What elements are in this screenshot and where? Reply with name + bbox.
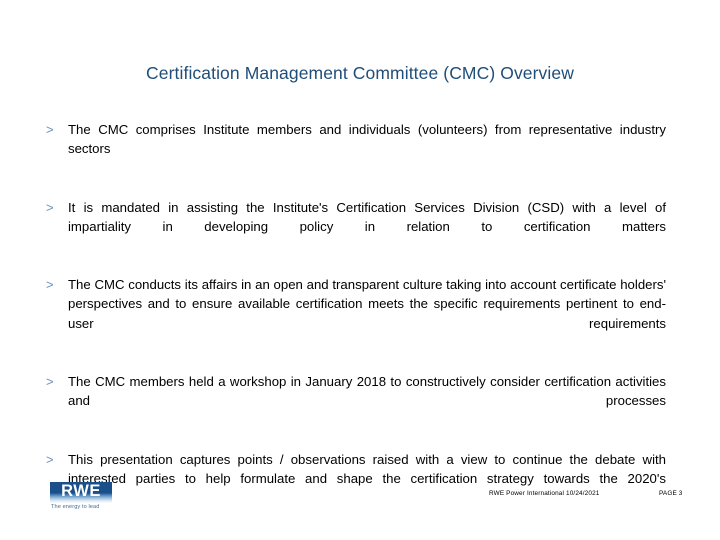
bullet-marker-icon: > <box>46 277 54 293</box>
slide-footer: RWE The energy to lead RWE Power Interna… <box>0 480 720 540</box>
rwe-logo-mark: RWE <box>50 482 112 503</box>
page-title: Certification Management Committee (CMC)… <box>146 63 574 83</box>
rwe-logo-text: RWE <box>61 482 101 500</box>
bullet-marker-icon: > <box>46 374 54 390</box>
list-item: > The CMC conducts its affairs in an ope… <box>46 275 666 352</box>
list-item-text: The CMC conducts its affairs in an open … <box>68 277 666 331</box>
footer-page-number: PAGE 3 <box>659 490 683 497</box>
slide-canvas: Certification Management Committee (CMC)… <box>0 0 720 540</box>
list-item-text: The CMC members held a workshop in Janua… <box>68 374 666 409</box>
bullet-marker-icon: > <box>46 451 54 467</box>
rwe-logo: RWE The energy to lead <box>50 482 114 514</box>
list-item: > The CMC members held a workshop in Jan… <box>46 372 666 430</box>
list-item-text: It is mandated in assisting the Institut… <box>68 199 666 234</box>
bullet-marker-icon: > <box>46 122 54 137</box>
list-item-text: The CMC comprises Institute members and … <box>68 122 666 157</box>
rwe-logo-tagline: The energy to lead <box>51 504 100 510</box>
list-item: > The CMC comprises Institute members an… <box>46 120 666 178</box>
footer-meta-text: RWE Power International 10/24/2021 <box>489 490 600 497</box>
bullet-list: > The CMC comprises Institute members an… <box>46 120 666 507</box>
bullet-marker-icon: > <box>46 199 54 215</box>
list-item: > It is mandated in assisting the Instit… <box>46 198 666 256</box>
